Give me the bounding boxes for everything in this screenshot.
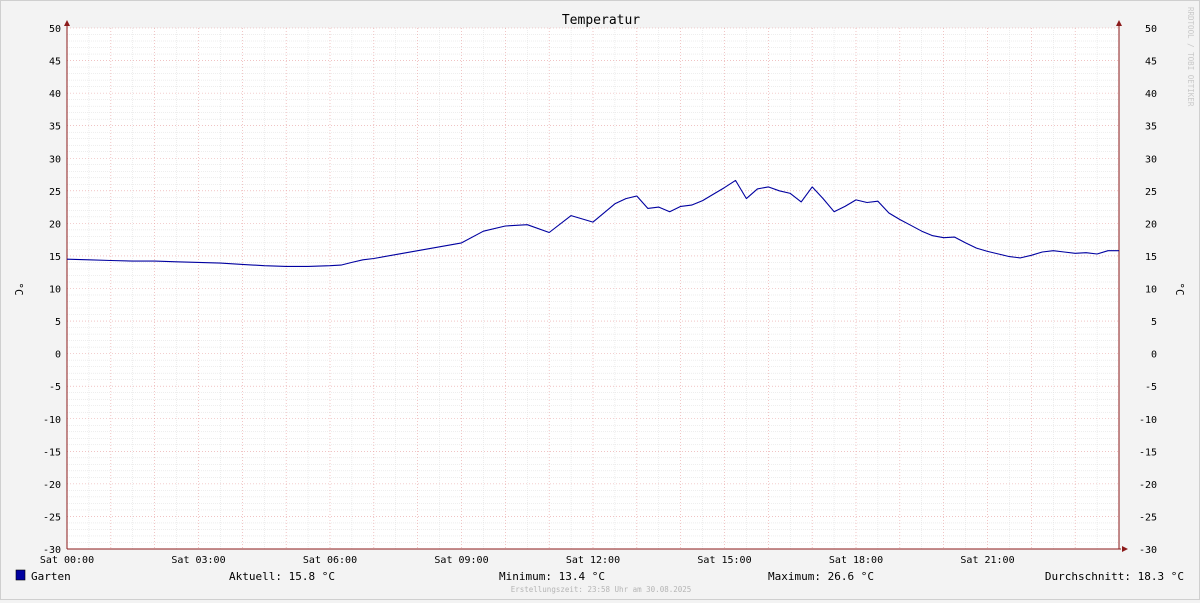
y-tick-label-right: 40 — [1145, 89, 1157, 100]
x-axis-ticks: Sat 00:00 Sat 03:00 Sat 06:00 Sat 09:00 Sat … — [40, 555, 1015, 566]
x-tick-label: Sat 15:00 — [697, 555, 751, 566]
creation-time-footer: Erstellungszeit: 23:58 Uhr am 30.08.2025 — [511, 585, 692, 594]
y-tick-label-right: -20 — [1139, 480, 1157, 491]
legend-durchschnitt: Durchschnitt: 18.3 °C — [1045, 570, 1184, 583]
y-tick-label-right: 25 — [1145, 187, 1157, 198]
legend-swatch-garten — [15, 569, 26, 581]
y-axis-label-right: °C — [1173, 282, 1186, 295]
y-tick-label-right: -10 — [1139, 415, 1157, 426]
y-tick-label-left: 40 — [49, 89, 61, 100]
x-tick-label: Sat 06:00 — [303, 555, 357, 566]
y-tick-label-left: 45 — [49, 57, 61, 68]
legend-aktuell: Aktuell: 15.8 °C — [229, 570, 335, 583]
x-tick-label: Sat 00:00 — [40, 555, 94, 566]
y-tick-label-right: 0 — [1151, 350, 1157, 361]
y-tick-label-left: -5 — [49, 382, 61, 393]
y-tick-label-left: -20 — [43, 480, 61, 491]
y-axis-arrow-left — [64, 20, 70, 26]
y-tick-label-left: 35 — [49, 122, 61, 133]
y-tick-label-left: 5 — [55, 317, 61, 328]
legend-minimum: Minimum: 13.4 °C — [499, 570, 605, 583]
y-tick-label-right: 5 — [1151, 317, 1157, 328]
x-axis-arrow — [1122, 546, 1128, 552]
x-tick-label: Sat 12:00 — [566, 555, 620, 566]
y-tick-label-left: 15 — [49, 252, 61, 263]
y-tick-label-left: 10 — [49, 285, 61, 296]
y-tick-label-right: -30 — [1139, 545, 1157, 556]
y-axis-label-left: °C — [12, 282, 25, 295]
y-tick-label-right: 30 — [1145, 154, 1157, 165]
y-tick-label-right: 15 — [1145, 252, 1157, 263]
y-tick-label-right: -25 — [1139, 512, 1157, 523]
y-tick-label-left: 0 — [55, 350, 61, 361]
legend-label-garten: Garten — [31, 570, 71, 583]
y-tick-label-right: 20 — [1145, 219, 1157, 230]
x-tick-label: Sat 21:00 — [960, 555, 1014, 566]
y-tick-label-right: -5 — [1145, 382, 1157, 393]
y-axis-right-ticks: 50454035302520151050-5-10-15-20-25-30 — [1139, 24, 1157, 556]
y-axis-left-ticks: 50454035302520151050-5-10-15-20-25-30 — [43, 24, 61, 556]
y-tick-label-left: -15 — [43, 447, 61, 458]
y-tick-label-left: 20 — [49, 219, 61, 230]
y-tick-label-left: 30 — [49, 154, 61, 165]
graph-frame: 50 45 40 35 30 25 20 15 10 5 0 -5 -10 -15 -20 -25 -30 50… — [0, 0, 1200, 600]
y-tick-label-left: 50 — [49, 24, 61, 35]
x-tick-label: Sat 18:00 — [829, 555, 883, 566]
y-tick-label-right: 45 — [1145, 57, 1157, 68]
y-tick-label-right: 35 — [1145, 122, 1157, 133]
y-tick-label-right: 10 — [1145, 285, 1157, 296]
y-tick-label-right: 50 — [1145, 24, 1157, 35]
legend-maximum: Maximum: 26.6 °C — [768, 570, 874, 583]
y-tick-label-left: -10 — [43, 415, 61, 426]
temperature-chart: 50454035302520151050-5-10-15-20-25-30 50… — [12, 7, 1195, 594]
x-tick-label: Sat 03:00 — [171, 555, 225, 566]
y-tick-label-right: -15 — [1139, 447, 1157, 458]
y-tick-label-left: 25 — [49, 187, 61, 198]
x-tick-label: Sat 09:00 — [434, 555, 488, 566]
rrdtool-watermark: RRDTOOL / TOBI OETIKER — [1186, 7, 1195, 107]
y-tick-label-left: -25 — [43, 512, 61, 523]
y-axis-arrow-right — [1116, 20, 1122, 26]
chart-title: Temperatur — [562, 13, 640, 28]
